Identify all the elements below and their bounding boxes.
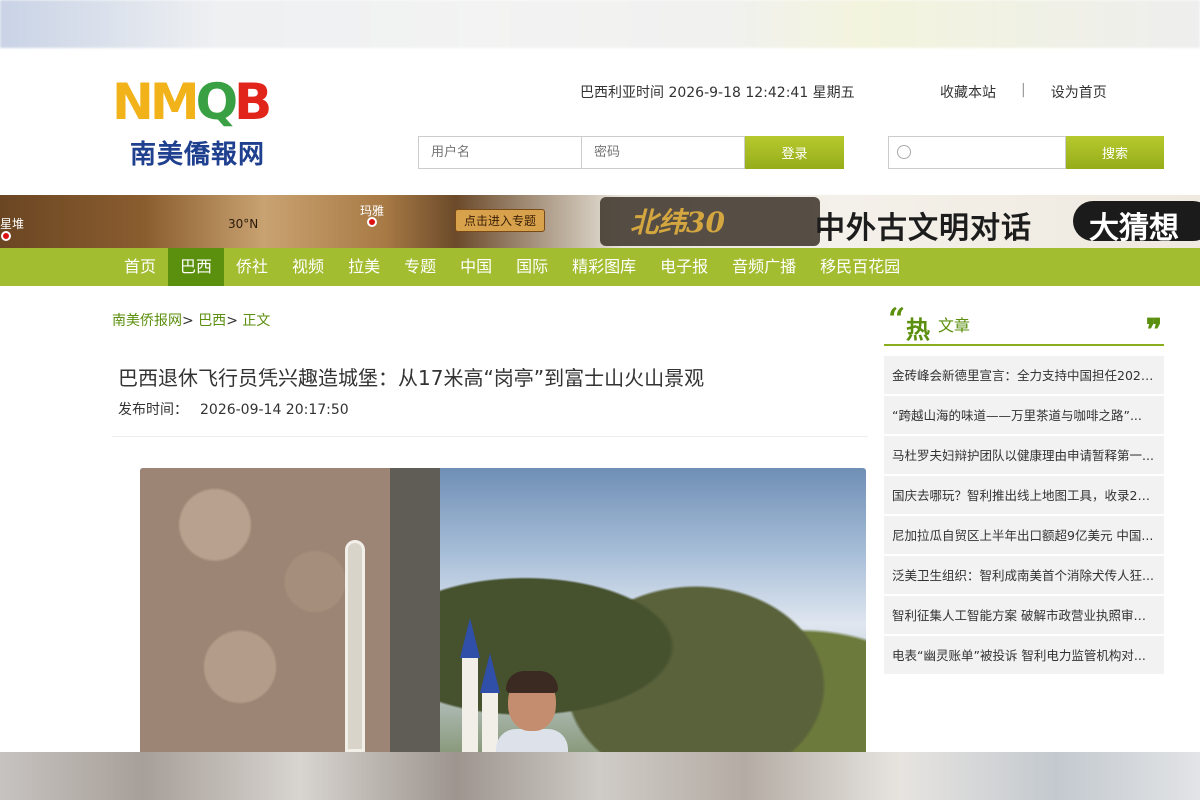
banner-title: 中外古文明对话 (815, 211, 1032, 246)
retired-pilot-figure (496, 671, 568, 752)
article-photo (140, 468, 866, 752)
banner-brush-text: 北纬30 (630, 206, 725, 239)
nav-item[interactable]: 精彩图库 (560, 248, 648, 286)
hot-article-link[interactable]: 金砖峰会新德里宣言：全力支持中国担任2027... (884, 356, 1164, 396)
breadcrumb-separator: > (226, 313, 238, 329)
castle-turret (462, 656, 478, 752)
blurred-bottom-strip (0, 752, 1200, 800)
castle-window (345, 540, 365, 752)
turret-spire (480, 653, 500, 693)
logo-mark: NMQB (112, 73, 272, 131)
banner-badge: 大猜想 (1073, 201, 1200, 246)
breadcrumb: 南美侨报网> 巴西> 正文 (112, 310, 270, 330)
turret-spire (460, 618, 480, 658)
link-separator: | (1021, 82, 1026, 98)
search-form: 搜索 (888, 136, 1164, 169)
nav-item[interactable]: 中国 (448, 248, 504, 286)
map-marker-icon (367, 217, 377, 227)
banner-label-latitude: 30°N (228, 217, 259, 231)
publish-time-value: 2026-09-14 20:17:50 (200, 402, 349, 418)
main-nav: 首页 巴西 侨社 视频 拉美 专题 中国 国际 精彩图库 电子报 音频广播 移民百花园 (0, 248, 1200, 286)
nav-item[interactable]: 国际 (504, 248, 560, 286)
bookmark-site-link[interactable]: 收藏本站 (940, 82, 996, 102)
hot-article-link[interactable]: “跨越山海的味道——万里茶道与咖啡之路”... (884, 396, 1164, 436)
site-logo[interactable]: NMQB 南美僑報网 (112, 74, 284, 170)
nav-item[interactable]: 专题 (392, 248, 448, 286)
hot-articles-header: “ 热 文章 ❞ (884, 302, 1164, 348)
banner-label-left: 星堆 (0, 217, 25, 231)
username-input[interactable] (418, 136, 582, 169)
brasilia-datetime: 巴西利亚时间 2026-9-18 12:42:41 星期五 (580, 85, 855, 101)
publish-time: 发布时间： 2026-09-14 20:17:50 (118, 399, 349, 419)
article-divider (112, 436, 868, 437)
nav-item[interactable]: 移民百花园 (808, 248, 912, 286)
breadcrumb-separator: > (182, 313, 194, 329)
topic-banner[interactable]: 星堆 30°N 玛雅 点击进入专题 北纬30 中外古文明对话 大猜想 (0, 195, 1200, 248)
nav-item[interactable]: 视频 (280, 248, 336, 286)
hot-article-link[interactable]: 泛美卫生组织：智利成南美首个消除犬传人狂... (884, 556, 1164, 596)
nav-item[interactable]: 首页 (112, 248, 168, 286)
hot-articles-list: 金砖峰会新德里宣言：全力支持中国担任2027... “跨越山海的味道——万里茶道与… (884, 356, 1164, 676)
breadcrumb-brazil[interactable]: 巴西 (198, 313, 226, 329)
nav-item[interactable]: 电子报 (648, 248, 720, 286)
nav-item[interactable]: 巴西 (168, 248, 225, 286)
article-title: 巴西退休飞行员凭兴趣造城堡：从17米高“岗亭”到富士山火山景观 (118, 366, 705, 390)
nav-item[interactable]: 音频广播 (720, 248, 808, 286)
breadcrumb-home[interactable]: 南美侨报网 (112, 313, 182, 329)
hot-article-link[interactable]: 电表“幽灵账单”被投诉 智利电力监管机构对... (884, 636, 1164, 676)
login-button[interactable]: 登录 (745, 136, 844, 169)
password-input[interactable] (581, 136, 745, 169)
search-input[interactable] (888, 136, 1066, 169)
hot-article-link[interactable]: 国庆去哪玩？智利推出线上地图工具，收录28... (884, 476, 1164, 516)
logo-chinese-name: 南美僑報网 (130, 140, 266, 170)
blurred-top-strip (0, 0, 1200, 48)
publish-time-label: 发布时间： (118, 402, 188, 418)
quote-icon: ❞ (1145, 313, 1162, 348)
search-button[interactable]: 搜索 (1066, 136, 1164, 169)
castle-turret (482, 693, 498, 752)
map-marker-icon (1, 231, 11, 241)
nav-item[interactable]: 拉美 (336, 248, 392, 286)
hot-article-link[interactable]: 马杜罗夫妇辩护团队以健康理由申请暂释第一... (884, 436, 1164, 476)
castle-pillar (390, 468, 440, 752)
breadcrumb-current[interactable]: 正文 (242, 313, 270, 329)
hot-label: 热 (906, 315, 930, 344)
hot-article-link[interactable]: 智利征集人工智能方案 破解市政营业执照审批... (884, 596, 1164, 636)
hot-article-link[interactable]: 尼加拉瓜自贸区上半年出口额超9亿美元 中国... (884, 516, 1164, 556)
search-icon (897, 145, 911, 159)
set-homepage-link[interactable]: 设为首页 (1051, 82, 1107, 102)
articles-label: 文章 (938, 316, 971, 335)
top-links: 收藏本站 | 设为首页 (940, 82, 1107, 102)
quote-icon: “ (888, 302, 906, 337)
login-form: 登录 (418, 136, 844, 169)
banner-enter-button[interactable]: 点击进入专题 (455, 209, 546, 232)
nav-item[interactable]: 侨社 (224, 248, 280, 286)
